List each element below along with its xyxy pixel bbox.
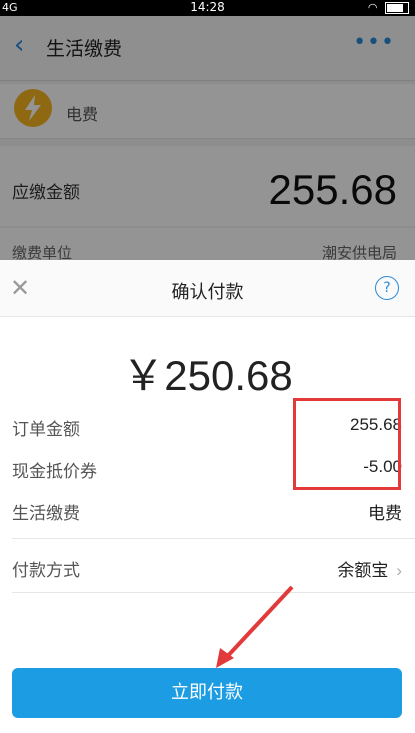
highlight-box [293,398,401,490]
payment-method-value: 余额宝 › [337,556,402,581]
payment-method-label: 付款方式 [12,561,80,581]
divider [12,592,415,593]
clock: 14:28 [190,0,225,14]
service-label: 生活缴费 [12,504,80,524]
order-amount-label: 订单金额 [12,420,80,440]
service-row: 生活缴费 电费 [12,489,402,529]
payment-method-name: 余额宝 [337,561,389,580]
service-value: 电费 [368,504,402,523]
dim-overlay[interactable] [0,16,415,260]
sheet-title: 确认付款 [171,282,244,303]
payment-amount: ￥250.68 [122,352,293,399]
wifi-icon: ◠ [367,1,380,14]
sheet-header: ✕ 确认付款 ? [0,260,415,317]
status-bar: 4G 14:28 ◠ [0,0,415,16]
divider [12,538,415,539]
payment-method-row[interactable]: 付款方式 余额宝 › [12,546,402,586]
battery-icon [385,2,409,14]
confirm-payment-sheet: ✕ 确认付款 ? ￥250.68 订单金额 255.68 现金抵价券 -5.00… [0,260,415,733]
coupon-label: 现金抵价券 [12,462,97,482]
pay-now-button[interactable]: 立即付款 [12,668,402,718]
chevron-right-icon: › [396,561,402,580]
status-icons: ◠ [368,1,409,14]
question-icon[interactable]: ? [375,276,399,300]
